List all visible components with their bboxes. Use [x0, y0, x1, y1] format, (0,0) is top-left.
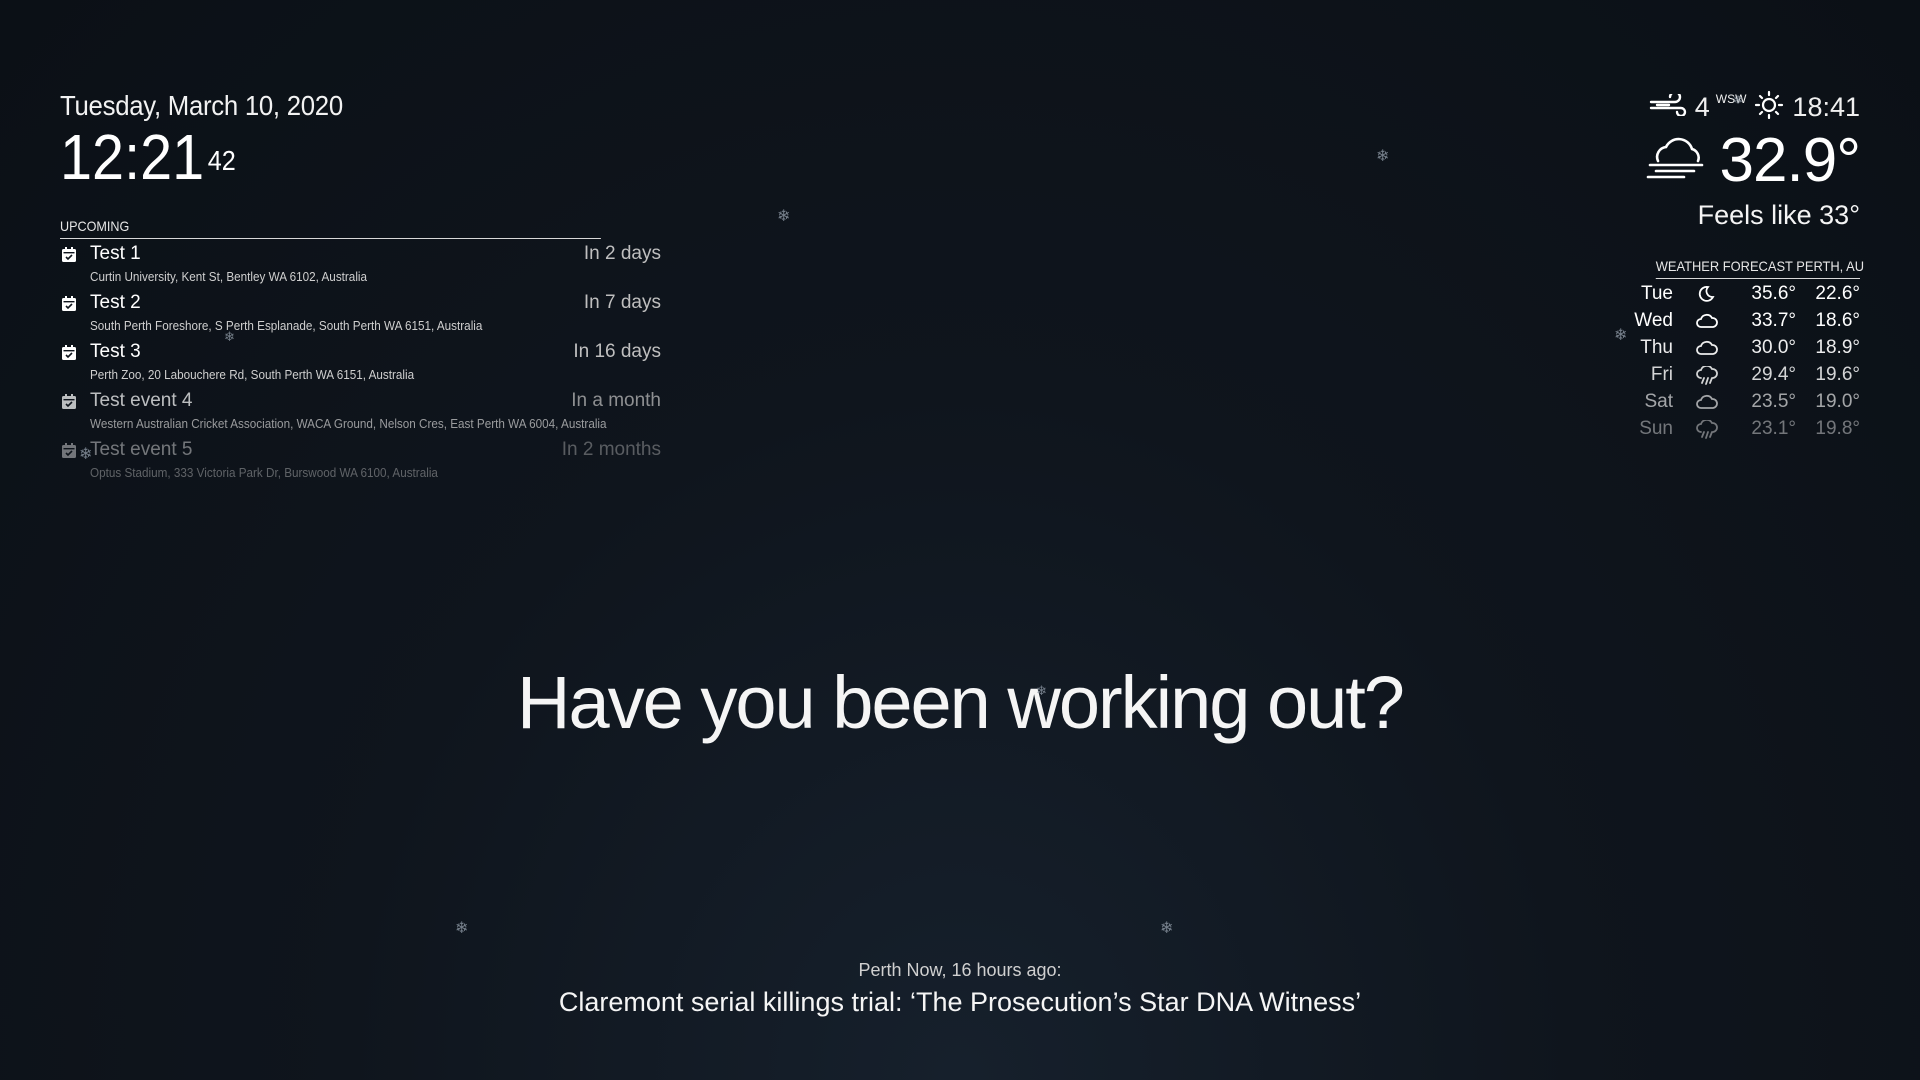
cloud-icon	[1696, 339, 1718, 357]
wind-sunset-row: 4 WSW 18:41	[1644, 90, 1860, 124]
current-weather-module: 4 WSW 18:41 32.9° Feels like 33°	[1644, 90, 1861, 231]
snowflake-icon: ❄	[455, 920, 469, 937]
event-time: In 7 days	[583, 292, 661, 313]
news-source: Perth Now, 16 hours ago:	[858, 960, 1062, 980]
cloud-icon	[1696, 312, 1718, 330]
calendar-check-icon	[62, 443, 76, 458]
event-title: Test event 5	[90, 439, 193, 460]
calendar-event: Test 3 In 16 days Perth Zoo, 20 Labouchere…	[60, 337, 661, 386]
forecast-day: Sun	[1639, 418, 1673, 439]
event-time: In 16 days	[573, 341, 661, 362]
forecast-header: WEATHER FORECAST PERTH, AU	[1655, 258, 1864, 279]
feels-like: Feels like 33°	[1697, 200, 1860, 230]
snowflake-icon: ❄	[1614, 327, 1628, 344]
event-title: Test event 4	[90, 390, 193, 411]
event-title: Test 2	[90, 292, 141, 313]
forecast-day: Tue	[1640, 283, 1673, 304]
event-location: Western Australian Cricket Association, …	[90, 416, 607, 431]
rain-icon	[1696, 364, 1718, 385]
forecast-min-temp: 18.6°	[1815, 310, 1860, 331]
forecast-min-temp: 19.6°	[1815, 364, 1860, 385]
forecast-max-temp: 35.6°	[1751, 283, 1796, 304]
wind-icon	[1649, 90, 1689, 123]
forecast-row: Fri 29.4° 19.6°	[1638, 360, 1860, 387]
calendar-event: Test event 4 In a month Western Australian…	[60, 386, 661, 435]
forecast-max-temp: 30.0°	[1751, 337, 1796, 358]
snowflake-icon: ❄	[79, 446, 93, 463]
time-display: 12:21 42	[60, 124, 337, 190]
cloud-icon	[1696, 393, 1718, 411]
cloudy-windy-icon	[1644, 133, 1708, 188]
forecast-min-temp: 19.8°	[1815, 418, 1860, 439]
current-temperature: 32.9°	[1719, 125, 1861, 195]
calendar-event: Test event 5 In 2 months Optus Stadium, 33…	[60, 435, 661, 484]
calendar-check-icon	[62, 394, 76, 409]
forecast-min-temp: 18.9°	[1815, 337, 1860, 358]
forecast-max-temp: 23.5°	[1751, 391, 1796, 412]
calendar-check-icon	[62, 345, 76, 360]
forecast-day: Sat	[1644, 391, 1673, 412]
forecast-min-temp: 19.0°	[1815, 391, 1860, 412]
event-location: Optus Stadium, 333 Victoria Park Dr, Bur…	[90, 465, 438, 480]
news-headline: Claremont serial killings trial: ‘The Pr…	[558, 987, 1362, 1017]
event-time: In 2 days	[583, 243, 661, 264]
forecast-min-temp: 22.6°	[1815, 283, 1860, 304]
calendar-event: Test 2 In 7 days South Perth Foreshore, S …	[60, 288, 661, 337]
forecast-row: Tue 35.6° 22.6°	[1638, 279, 1860, 306]
compliment-text: Have you been working out?	[517, 661, 1405, 744]
forecast-day: Wed	[1634, 310, 1673, 331]
event-time: In a month	[571, 390, 661, 411]
calendar-header: UPCOMING	[60, 218, 601, 239]
event-location: Curtin University, Kent St, Bentley WA 6…	[90, 269, 368, 284]
calendar-event-list: Test 1 In 2 days Curtin University, Kent S…	[60, 239, 661, 484]
time-hours-minutes: 12:21	[60, 121, 205, 193]
forecast-max-temp: 29.4°	[1751, 364, 1796, 385]
snowflake-icon: ❄	[1376, 148, 1390, 165]
event-title: Test 3	[90, 341, 141, 362]
forecast-table: Tue 35.6° 22.6° Wed 33.7° 18.6° Thu 30.0° 18.9° F…	[1634, 279, 1860, 441]
snowflake-icon: ❄	[1160, 920, 1174, 937]
rain-icon	[1696, 418, 1718, 439]
sunset-icon	[1752, 89, 1786, 126]
forecast-row: Thu 30.0° 18.9°	[1638, 333, 1860, 360]
weather-forecast-module: WEATHER FORECAST PERTH, AU Tue 35.6° 22.6°…	[1634, 258, 1864, 441]
snowflake-icon: ❄	[1733, 93, 1744, 107]
forecast-max-temp: 23.1°	[1751, 418, 1796, 439]
calendar-module: UPCOMING Test 1 In 2 days Curtin Universit…	[60, 218, 661, 484]
snowflake-icon: ❄	[224, 329, 235, 344]
forecast-day: Fri	[1650, 364, 1673, 385]
date-display: Tuesday, March 10, 2020	[60, 90, 343, 121]
newsfeed-module: Perth Now, 16 hours ago: Claremont seria…	[0, 960, 1920, 1018]
moon-icon	[1696, 285, 1718, 303]
forecast-row: Sun 23.1° 19.8°	[1638, 414, 1860, 441]
event-location: South Perth Foreshore, S Perth Esplanade…	[90, 318, 483, 333]
event-title: Test 1	[90, 243, 141, 264]
calendar-check-icon	[62, 247, 76, 262]
wind-speed: 4	[1694, 91, 1710, 122]
forecast-day: Thu	[1640, 337, 1673, 358]
event-location: Perth Zoo, 20 Labouchere Rd, South Perth…	[90, 367, 415, 382]
event-time: In 2 months	[561, 439, 661, 460]
forecast-max-temp: 33.7°	[1751, 310, 1796, 331]
forecast-row: Sat 23.5° 19.0°	[1638, 387, 1860, 414]
sunset-time: 18:41	[1792, 91, 1860, 122]
clock-module: Tuesday, March 10, 2020 12:21 42	[60, 90, 368, 190]
calendar-event: Test 1 In 2 days Curtin University, Kent S…	[60, 239, 661, 288]
forecast-row: Wed 33.7° 18.6°	[1634, 306, 1860, 333]
temperature-row: 32.9°	[1644, 124, 1861, 196]
snowflake-icon: ❄	[777, 208, 791, 225]
time-seconds: 42	[207, 145, 236, 176]
snowflake-icon: ❄	[1036, 683, 1047, 698]
calendar-check-icon	[62, 296, 76, 311]
